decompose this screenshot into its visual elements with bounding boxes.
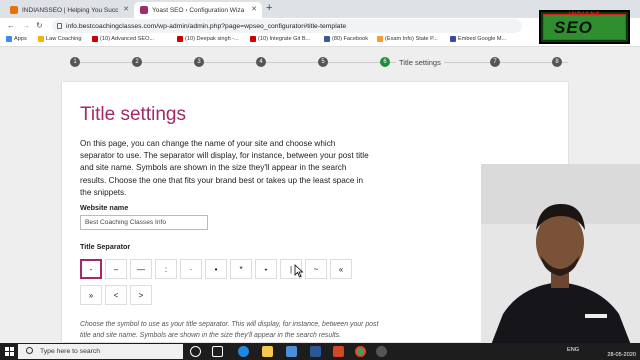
separator-option[interactable]: ~	[305, 259, 327, 279]
close-tab-icon[interactable]: ✕	[251, 5, 257, 13]
separator-option[interactable]: <	[105, 285, 127, 305]
new-tab-button[interactable]: +	[266, 2, 272, 14]
separator-option[interactable]: :	[155, 259, 177, 279]
language-indicator[interactable]: ENG	[567, 347, 579, 353]
tab-title: Yoast SEO › Configuration Wiza	[152, 6, 245, 14]
separator-option[interactable]: -	[80, 259, 102, 279]
bookmark-apps[interactable]: Apps	[6, 36, 27, 42]
youtube-icon	[92, 36, 98, 42]
title-separator-label: Title Separator	[80, 242, 131, 251]
file-explorer-icon[interactable]	[262, 346, 273, 357]
tab-favicon-icon	[10, 6, 18, 14]
step-5[interactable]: 5	[318, 57, 328, 67]
lock-icon	[57, 23, 62, 29]
separator-option[interactable]: «	[330, 259, 352, 279]
active-step-label: Title settings	[396, 58, 444, 67]
search-icon	[26, 347, 33, 354]
clock[interactable]: 28-05-2020	[607, 343, 636, 359]
logo-main-text: SEO	[554, 18, 593, 37]
forward-icon[interactable]: →	[22, 21, 30, 30]
flag-icon	[377, 36, 383, 42]
step-6[interactable]: 6	[380, 57, 390, 67]
bookmark-exam-info[interactable]: (Exam Info) State P...	[377, 36, 438, 42]
step-2[interactable]: 2	[132, 57, 142, 67]
step-1[interactable]: 1	[70, 57, 80, 67]
step-7[interactable]: 7	[490, 57, 500, 67]
word-icon[interactable]	[310, 346, 321, 357]
windows-start-icon[interactable]	[5, 347, 14, 356]
search-placeholder: Type here to search	[40, 348, 101, 355]
folder-icon	[38, 36, 44, 42]
task-view-icon[interactable]	[212, 346, 223, 357]
bookmark-embed-google[interactable]: Embed Google M...	[450, 36, 506, 42]
youtube-icon	[177, 36, 183, 42]
back-icon[interactable]: ←	[7, 21, 15, 30]
separator-option[interactable]: »	[80, 285, 102, 305]
powerpoint-icon[interactable]	[333, 346, 344, 357]
separator-option[interactable]: ·	[180, 259, 202, 279]
taskbar: Type here to search ENG 28-05-2020	[0, 343, 640, 360]
close-tab-icon[interactable]: ✕	[123, 5, 129, 13]
youtube-icon	[250, 36, 256, 42]
step-4[interactable]: 4	[256, 57, 266, 67]
bookmark-icon	[450, 36, 456, 42]
taskbar-search-box[interactable]: Type here to search	[18, 344, 183, 359]
page-title: Title settings	[80, 104, 186, 125]
webcam-overlay	[481, 164, 640, 345]
facebook-icon	[324, 36, 330, 42]
reload-icon[interactable]: ↻	[36, 21, 43, 30]
apps-icon	[6, 36, 12, 42]
intro-text: On this page, you can change the name of…	[80, 139, 369, 197]
website-name-label: Website name	[80, 203, 129, 212]
url-field[interactable]: info.bestcoachingclasses.com/wp-admin/ad…	[52, 19, 522, 33]
tab-favicon-icon	[140, 6, 148, 14]
bookmark-facebook[interactable]: (80) Facebook	[324, 36, 368, 42]
bookmark-law-coaching[interactable]: Law Coaching	[38, 36, 81, 42]
browser-tab-indianseo[interactable]: INDIANSSEO | Helping You Succ ✕	[4, 2, 134, 18]
cortana-icon[interactable]	[190, 346, 201, 357]
separator-option[interactable]: *	[230, 259, 252, 279]
mouse-cursor-icon	[294, 264, 304, 278]
separator-option[interactable]: —	[130, 259, 152, 279]
step-8[interactable]: 8	[552, 57, 562, 67]
clock-date: 28-05-2020	[607, 352, 636, 358]
separator-option[interactable]: >	[130, 285, 152, 305]
separator-option[interactable]: ⋆	[255, 259, 277, 279]
wizard-stepper: 1 2 3 4 5 6 Title settings 7 8	[60, 55, 580, 69]
url-text: info.bestcoachingclasses.com/wp-admin/ad…	[66, 22, 347, 30]
edge-icon[interactable]	[238, 346, 249, 357]
separator-option[interactable]: –	[105, 259, 127, 279]
channel-logo: INDIANS SEO	[539, 10, 630, 44]
tab-title: INDIANSSEO | Helping You Succ	[22, 6, 119, 14]
step-3[interactable]: 3	[194, 57, 204, 67]
bookmark-deepak-singh[interactable]: (10) Deepak singh -...	[177, 36, 239, 42]
app-icon[interactable]	[376, 346, 387, 357]
website-name-input[interactable]: Best Coaching Classes Info	[80, 215, 208, 230]
bookmark-advanced-seo[interactable]: (10) Advanced SEO...	[92, 36, 154, 42]
browser-tab-yoast[interactable]: Yoast SEO › Configuration Wiza ✕	[134, 2, 262, 18]
separator-help-text: Choose the symbol to use as your title s…	[80, 321, 379, 339]
bookmark-integrate-git[interactable]: (10) Integrate Git B...	[250, 36, 310, 42]
chrome-icon[interactable]	[355, 346, 366, 357]
presenter-silhouette	[481, 164, 640, 345]
store-icon[interactable]	[286, 346, 297, 357]
separator-option[interactable]: •	[205, 259, 227, 279]
